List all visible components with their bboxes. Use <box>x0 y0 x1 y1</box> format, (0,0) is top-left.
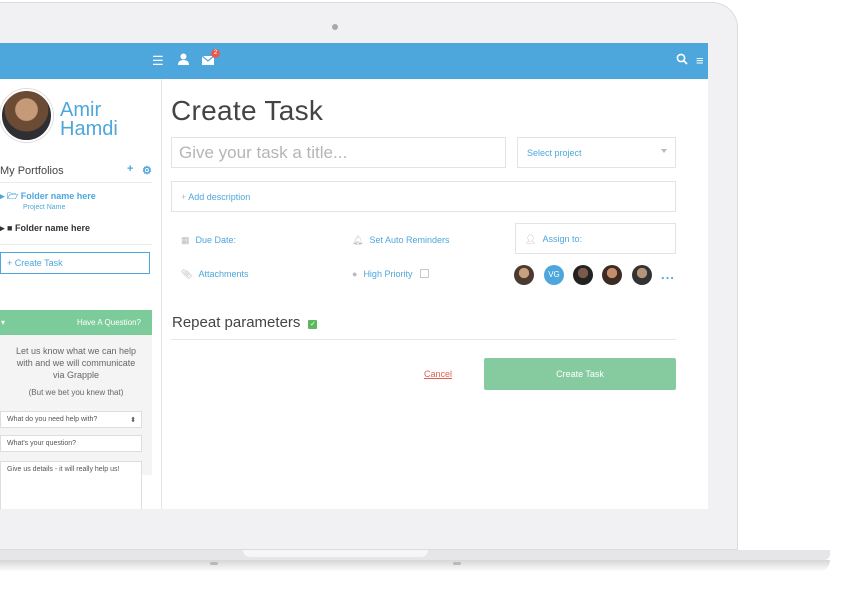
high-priority-checkbox[interactable] <box>420 269 430 278</box>
chevron-down-icon <box>661 149 667 153</box>
divider <box>0 244 152 245</box>
collapse-caret-icon: ▾ <box>1 318 6 327</box>
folder-item-2[interactable]: ▸ ■ Folder name here <box>0 223 90 234</box>
attachments-field[interactable]: 📎︎ Attachments <box>181 269 248 280</box>
help-topic-value: What do you need help with? <box>7 416 98 423</box>
project-select-value: Select project <box>527 148 582 158</box>
app-screen: ☰ 2 ≡ Amir Hamdi My Portfolios + ⚙ ▸ 🗁 F… <box>0 43 708 509</box>
high-priority-label: High Priority <box>363 269 413 279</box>
repeat-parameters[interactable]: Repeat parameters ✓ <box>172 314 318 331</box>
create-task-label: Create Task <box>14 258 63 268</box>
page-title: Create Task <box>171 95 324 126</box>
settings-gear-icon[interactable]: ⚙ <box>142 164 152 177</box>
user-last-name: Hamdi <box>60 118 118 140</box>
question-input[interactable]: What's your question? <box>0 435 142 452</box>
laptop-foot-left <box>210 562 218 565</box>
project-name[interactable]: Project Name <box>23 204 65 211</box>
laptop-shadow <box>0 560 830 572</box>
sidebar: Amir Hamdi My Portfolios + ⚙ ▸ 🗁 Folder … <box>0 79 162 509</box>
plus-icon: + <box>7 258 15 268</box>
create-task-form: Create Task Give your task a title... Se… <box>171 79 681 509</box>
calendar-icon: ▦ <box>181 235 190 245</box>
top-bar: ☰ 2 ≡ <box>0 43 708 79</box>
alert-icon: ● <box>352 269 358 279</box>
avatar[interactable] <box>0 89 53 142</box>
assignee-avatar-3[interactable] <box>573 265 593 285</box>
details-textarea[interactable]: Give us details - it will really help us… <box>0 461 142 509</box>
high-priority-field[interactable]: ● High Priority <box>352 269 430 279</box>
laptop-base-notch <box>243 550 428 557</box>
list-icon[interactable]: ☰ <box>152 53 164 69</box>
create-task-button[interactable]: Create Task <box>484 358 676 390</box>
sidebar-create-task-button[interactable]: + Create Task <box>0 252 150 274</box>
laptop-foot-right <box>453 562 461 565</box>
mail-badge: 2 <box>211 49 220 58</box>
portfolios-heading: My Portfolios <box>0 165 64 177</box>
more-assignees-button[interactable]: ... <box>661 267 675 282</box>
add-portfolio-icon[interactable]: + <box>127 163 133 175</box>
question-panel: Let us know what we can help with and we… <box>0 335 152 509</box>
assign-to-label: Assign to: <box>542 234 582 244</box>
cancel-link[interactable]: Cancel <box>424 369 452 379</box>
question-text-3: via Grapple <box>52 370 100 380</box>
reminders-label: Set Auto Reminders <box>369 235 450 245</box>
question-heading: Have A Question? <box>76 318 141 327</box>
add-description-label: Add description <box>188 192 251 202</box>
assignee-avatar-vg[interactable]: VG <box>544 265 564 285</box>
attachments-label: Attachments <box>198 269 249 279</box>
folder-name: Folder name here <box>20 191 96 201</box>
search-icon[interactable] <box>676 53 688 69</box>
folder-open-icon: ▸ 🗁 <box>0 191 19 201</box>
divider <box>171 339 676 340</box>
due-date-field[interactable]: ▦ Due Date: <box>181 235 236 246</box>
repeat-label: Repeat parameters <box>172 314 301 331</box>
camera-dot <box>332 24 338 30</box>
paperclip-icon: 📎︎ <box>181 269 193 279</box>
folder-name: Folder name here <box>14 223 91 233</box>
auto-reminders-field[interactable]: 🔔︎ Set Auto Reminders <box>352 235 449 246</box>
assign-to-field[interactable]: 👤︎ Assign to: <box>515 223 676 254</box>
add-user-icon: 👤︎ <box>525 234 537 244</box>
help-topic-select[interactable]: What do you need help with? ⬍ <box>0 411 142 428</box>
assignee-avatar-1[interactable] <box>514 265 534 285</box>
select-arrows-icon: ⬍ <box>130 417 136 424</box>
folder-closed-icon: ▸ ■ <box>0 223 13 233</box>
repeat-checkbox[interactable]: ✓ <box>308 320 318 329</box>
assignee-avatar-4[interactable] <box>602 265 622 285</box>
bell-icon: 🔔︎ <box>352 235 364 245</box>
question-text-2: with and we will communicate <box>16 358 136 368</box>
question-aside: (But we bet you knew that) <box>28 388 124 397</box>
question-panel-header[interactable]: ▾ Have A Question? <box>0 310 152 335</box>
folder-item-1[interactable]: ▸ 🗁 Folder name here <box>0 189 96 205</box>
user-name: Amir Hamdi <box>60 100 118 140</box>
due-date-label: Due Date: <box>195 235 237 245</box>
add-description-field[interactable]: + Add description <box>171 181 676 212</box>
menu-icon[interactable]: ≡ <box>696 53 704 69</box>
question-text-1: Let us know what we can help <box>15 346 137 356</box>
assignee-avatar-5[interactable] <box>632 265 652 285</box>
task-title-input[interactable]: Give your task a title... <box>171 137 506 168</box>
project-select[interactable]: Select project <box>517 137 676 168</box>
divider <box>0 182 152 183</box>
user-icon[interactable] <box>178 53 189 69</box>
